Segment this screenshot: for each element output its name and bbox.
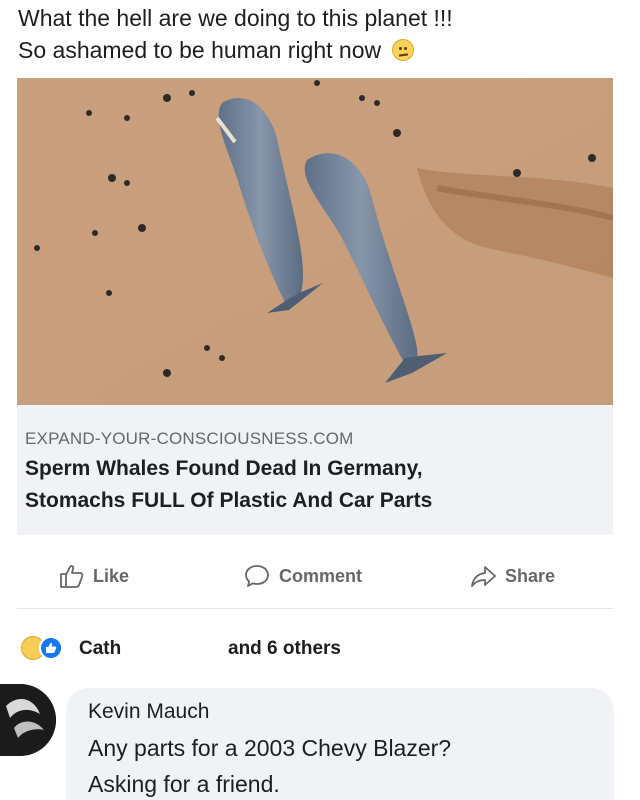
post-text: What the hell are we doing to this plane… — [18, 2, 618, 66]
post-text-line-2-text: So ashamed to be human right now — [18, 37, 382, 63]
comment-text-line-1: Any parts for a 2003 Chevy Blazer? — [88, 735, 452, 761]
comment-text-line-2: Asking for a friend. — [88, 771, 280, 797]
comment-label: Comment — [279, 565, 363, 586]
comment-button[interactable]: Comment — [243, 559, 362, 593]
link-domain: EXPAND-YOUR-CONSCIOUSNESS.COM — [25, 429, 354, 448]
action-bar: Like Comment Share — [17, 545, 613, 609]
beached-whales-photo[interactable] — [17, 78, 613, 405]
comment-bubble: Kevin Mauch Any parts for a 2003 Chevy B… — [66, 688, 614, 800]
share-arrow-icon — [471, 566, 496, 587]
avatar-image — [0, 684, 56, 756]
comment-text: Any parts for a 2003 Chevy Blazer? Askin… — [88, 730, 608, 800]
post-text-line-2: What the hell are we doing to this plane… — [18, 34, 618, 66]
comment-bubble-icon — [245, 565, 269, 587]
reactions-summary[interactable]: Cath and 6 others — [17, 632, 613, 668]
link-preview[interactable]: EXPAND-YOUR-CONSCIOUSNESS.COM Sperm Whal… — [17, 405, 613, 535]
reaction-others[interactable]: and 6 others — [228, 638, 341, 660]
thumbs-up-icon — [60, 565, 84, 588]
confused-face-icon — [391, 39, 414, 61]
reaction-icons — [21, 634, 69, 662]
link-title[interactable]: Sperm Whales Found Dead In Germany, Stom… — [25, 453, 605, 517]
link-title-line-1: Sperm Whales Found Dead In Germany, — [25, 457, 423, 480]
reaction-user-name[interactable]: Cath — [79, 638, 121, 660]
like-button[interactable]: Like — [57, 559, 129, 593]
share-label: Share — [505, 565, 556, 586]
avatar[interactable] — [0, 684, 56, 756]
like-reaction-icon — [39, 636, 63, 660]
comment-author[interactable]: Kevin Mauch — [88, 700, 209, 724]
share-button[interactable]: Share — [469, 559, 555, 593]
post-text-line-1: What the hell are we doing to this plane… — [18, 5, 453, 31]
link-title-line-2: Stomachs FULL Of Plastic And Car Parts — [25, 489, 433, 512]
like-label: Like — [93, 565, 130, 586]
